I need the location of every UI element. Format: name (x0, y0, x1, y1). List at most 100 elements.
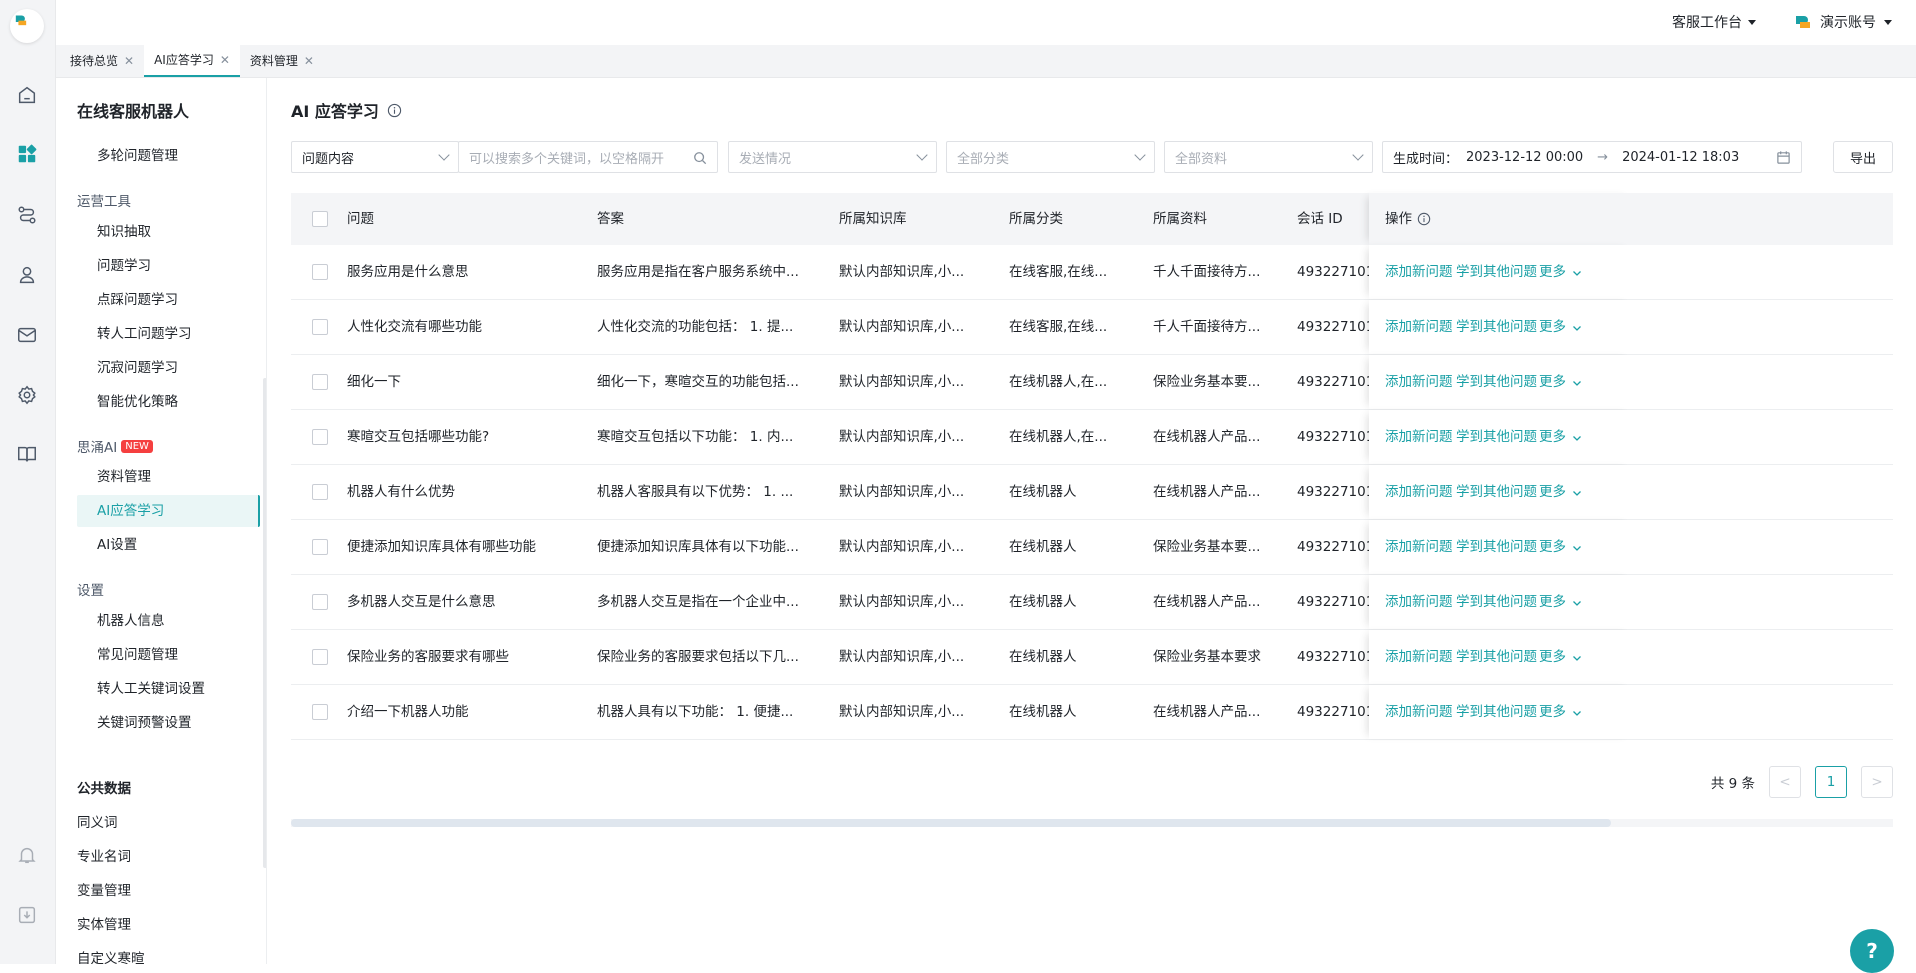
more-dropdown[interactable]: 更多 (1539, 410, 1582, 465)
calendar-icon[interactable] (1776, 150, 1791, 165)
material-select[interactable]: 全部资料 (1164, 141, 1373, 173)
table-row[interactable]: 便捷添加知识库具体有哪些功能 便捷添加知识库具体有以下功能... 默认内部知识库,小… (291, 520, 1893, 575)
more-dropdown[interactable]: 更多 (1539, 465, 1582, 520)
sidebar-item-silent-learning[interactable]: 沉寂问题学习 (77, 352, 260, 384)
send-status-select[interactable]: 发送情况 (728, 141, 937, 173)
info-icon[interactable] (1417, 212, 1431, 226)
add-question-link[interactable]: 添加新问题 (1385, 355, 1453, 410)
more-dropdown[interactable]: 更多 (1539, 355, 1582, 410)
keyword-search-input[interactable]: 可以搜索多个关键词，以空格隔开 (458, 141, 718, 173)
sidebar-item-question-learning[interactable]: 问题学习 (77, 250, 260, 282)
add-question-link[interactable]: 添加新问题 (1385, 575, 1453, 630)
more-dropdown[interactable]: 更多 (1539, 245, 1582, 300)
app-logo-icon[interactable] (10, 9, 44, 43)
sidebar-item-knowledge-extract[interactable]: 知识抽取 (77, 216, 260, 248)
sidebar-item-custom-greeting[interactable]: 自定义寒暄 (77, 947, 145, 964)
category-select[interactable]: 全部分类 (946, 141, 1155, 173)
row-checkbox[interactable] (312, 649, 328, 665)
sidebar-item-multi-turn[interactable]: 多轮问题管理 (77, 140, 260, 172)
table-row[interactable]: 介绍一下机器人功能 机器人具有以下功能： 1. 便捷... 默认内部知识库,小...… (291, 685, 1893, 740)
mail-icon[interactable] (14, 322, 40, 348)
add-question-link[interactable]: 添加新问题 (1385, 630, 1453, 685)
add-question-link[interactable]: 添加新问题 (1385, 245, 1453, 300)
settings-gear-icon[interactable] (14, 382, 40, 408)
learn-other-link[interactable]: 学到其他问题 (1456, 300, 1537, 355)
close-icon[interactable]: ✕ (304, 54, 314, 68)
sidebar-item-transfer-keywords[interactable]: 转人工关键词设置 (77, 673, 260, 705)
sidebar-scrollbar[interactable] (263, 378, 266, 868)
download-tray-icon[interactable] (14, 902, 40, 928)
page-number-button[interactable]: 1 (1815, 766, 1847, 798)
sidebar-item-entities[interactable]: 实体管理 (77, 913, 131, 933)
close-icon[interactable]: ✕ (124, 54, 134, 68)
account-menu[interactable]: 演示账号 (1794, 12, 1892, 32)
table-row[interactable]: 寒暄交互包括哪些功能? 寒暄交互包括以下功能： 1. 内... 默认内部知识库,小.… (291, 410, 1893, 465)
dashboard-icon[interactable] (14, 141, 40, 167)
more-dropdown[interactable]: 更多 (1539, 300, 1582, 355)
add-question-link[interactable]: 添加新问题 (1385, 465, 1453, 520)
table-row[interactable]: 服务应用是什么意思 服务应用是指在客户服务系统中... 默认内部知识库,小... 在线… (291, 245, 1893, 300)
sidebar-section-public-data[interactable]: 公共数据 (77, 777, 131, 797)
learn-other-link[interactable]: 学到其他问题 (1456, 575, 1537, 630)
next-page-button[interactable]: > (1861, 766, 1893, 798)
more-dropdown[interactable]: 更多 (1539, 630, 1582, 685)
learn-other-link[interactable]: 学到其他问题 (1456, 410, 1537, 465)
learn-other-link[interactable]: 学到其他问题 (1456, 630, 1537, 685)
sidebar-item-material-management[interactable]: 资料管理 (77, 461, 260, 493)
table-row[interactable]: 机器人有什么优势 机器人客服具有以下优势： 1. ... 默认内部知识库,小... 在… (291, 465, 1893, 520)
learn-other-link[interactable]: 学到其他问题 (1456, 520, 1537, 575)
sidebar-item-smart-optimize[interactable]: 智能优化策略 (77, 386, 260, 418)
horizontal-scrollbar[interactable] (291, 819, 1611, 827)
sidebar-item-ai-settings[interactable]: AI设置 (77, 529, 260, 561)
select-all-checkbox[interactable] (312, 211, 328, 227)
table-row[interactable]: 保险业务的客服要求有哪些 保险业务的客服要求包括以下几... 默认内部知识库,小..… (291, 630, 1893, 685)
time-range-picker[interactable]: 生成时间： 2023-12-12 00:00 → 2024-01-12 18:0… (1382, 141, 1802, 173)
learn-other-link[interactable]: 学到其他问题 (1456, 355, 1537, 410)
sidebar-item-synonyms[interactable]: 同义词 (77, 811, 118, 831)
book-icon[interactable] (14, 441, 40, 467)
more-dropdown[interactable]: 更多 (1539, 685, 1582, 740)
sidebar-item-dislike-learning[interactable]: 点踩问题学习 (77, 284, 260, 316)
sidebar-item-keyword-alerts[interactable]: 关键词预警设置 (77, 707, 260, 739)
learn-other-link[interactable]: 学到其他问题 (1456, 245, 1537, 300)
row-checkbox[interactable] (312, 539, 328, 555)
learn-other-link[interactable]: 学到其他问题 (1456, 465, 1537, 520)
workspace-switcher[interactable]: 客服工作台 (1672, 12, 1756, 32)
row-checkbox[interactable] (312, 319, 328, 335)
bell-icon[interactable] (14, 842, 40, 868)
tab-reception-overview[interactable]: 接待总览 ✕ (60, 44, 144, 77)
tab-material-management[interactable]: 资料管理 ✕ (240, 44, 324, 77)
sidebar-item-robot-info[interactable]: 机器人信息 (77, 605, 260, 637)
row-checkbox[interactable] (312, 484, 328, 500)
row-checkbox[interactable] (312, 264, 328, 280)
tab-ai-answer-learning[interactable]: AI应答学习 ✕ (144, 44, 240, 77)
row-checkbox[interactable] (312, 429, 328, 445)
user-icon[interactable] (14, 262, 40, 288)
table-row[interactable]: 多机器人交互是什么意思 多机器人交互是指在一个企业中... 默认内部知识库,小...… (291, 575, 1893, 630)
add-question-link[interactable]: 添加新问题 (1385, 685, 1453, 740)
more-dropdown[interactable]: 更多 (1539, 520, 1582, 575)
add-question-link[interactable]: 添加新问题 (1385, 410, 1453, 465)
sidebar-item-ai-answer-learning[interactable]: AI应答学习 (77, 495, 260, 527)
row-checkbox[interactable] (312, 374, 328, 390)
flow-icon[interactable] (14, 202, 40, 228)
learn-other-link[interactable]: 学到其他问题 (1456, 685, 1537, 740)
field-select[interactable]: 问题内容 (291, 141, 459, 173)
close-icon[interactable]: ✕ (220, 53, 230, 67)
table-row[interactable]: 细化一下 细化一下，寒暄交互的功能包括... 默认内部知识库,小... 在线机器人,在… (291, 355, 1893, 410)
row-checkbox[interactable] (312, 594, 328, 610)
add-question-link[interactable]: 添加新问题 (1385, 300, 1453, 355)
sidebar-item-transfer-learning[interactable]: 转人工问题学习 (77, 318, 260, 350)
export-button[interactable]: 导出 (1833, 141, 1893, 173)
sidebar-item-faq-management[interactable]: 常见问题管理 (77, 639, 260, 671)
more-dropdown[interactable]: 更多 (1539, 575, 1582, 630)
help-chat-button[interactable]: ? (1850, 929, 1894, 973)
search-icon[interactable] (693, 151, 707, 165)
sidebar-item-variables[interactable]: 变量管理 (77, 879, 131, 899)
sidebar-item-terms[interactable]: 专业名词 (77, 845, 131, 865)
add-question-link[interactable]: 添加新问题 (1385, 520, 1453, 575)
home-icon[interactable] (14, 82, 40, 108)
info-icon[interactable] (387, 103, 402, 118)
prev-page-button[interactable]: < (1769, 766, 1801, 798)
row-checkbox[interactable] (312, 704, 328, 720)
